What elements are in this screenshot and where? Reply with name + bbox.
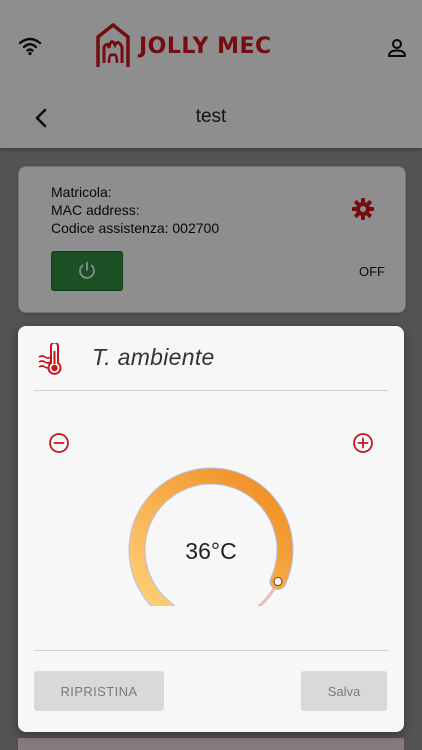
gauge-knob[interactable]: [273, 577, 283, 587]
temperature-gauge[interactable]: [111, 456, 311, 606]
title-divider: [34, 390, 388, 391]
save-button[interactable]: Salva: [301, 671, 387, 711]
temperature-value: 36°C: [185, 538, 237, 564]
temperature-dialog: T. ambiente 36°C RIPRISTINA Salva: [18, 326, 404, 732]
plus-circle-icon[interactable]: [352, 432, 374, 454]
footer-divider: [34, 650, 388, 651]
reset-button[interactable]: RIPRISTINA: [34, 671, 164, 711]
thermometer-icon: [38, 343, 62, 375]
dialog-title: T. ambiente: [92, 344, 215, 370]
minus-circle-icon[interactable]: [48, 432, 70, 454]
